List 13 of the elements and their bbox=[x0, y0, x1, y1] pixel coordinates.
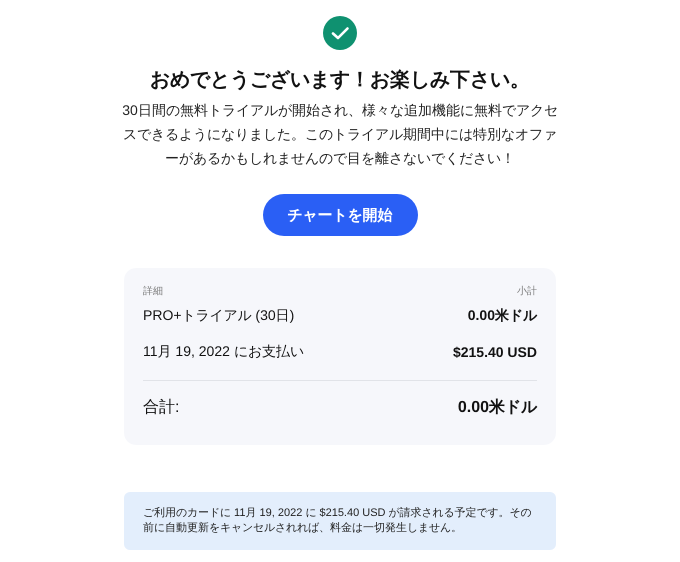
start-chart-button[interactable]: チャートを開始 bbox=[262, 194, 418, 236]
heading: おめでとうございます！お楽しみ下さい。 bbox=[150, 68, 530, 93]
total-amount: 0.00米ドル bbox=[458, 398, 537, 418]
message-text: 30日間の無料トライアルが開始され、様々な追加機能に無料でアクセスできるようになりました。このトライアル期間中には特別なオファーがあるかもしれませんので目を離さないでください！ bbox=[121, 101, 559, 168]
line-item-amount: 0.00米ドル bbox=[468, 307, 537, 325]
line-item-label: 11月 19, 2022 にお支払い bbox=[143, 343, 304, 361]
total-label: 合計: bbox=[143, 398, 180, 418]
checkmark-icon bbox=[323, 16, 357, 50]
line-item-amount: $215.40 USD bbox=[452, 344, 537, 360]
column-heading: 詳細 bbox=[143, 284, 163, 298]
notice-text: ご利用のカードに 11月 19, 2022 に $215.40 USD が請求される予定です。その前に自動更新をキャンセルされれば、料金は一切発生しません。 bbox=[143, 506, 533, 536]
line-item-label: PRO+トライアル (30日) bbox=[143, 307, 294, 325]
column-heading: 小計 bbox=[517, 284, 537, 298]
